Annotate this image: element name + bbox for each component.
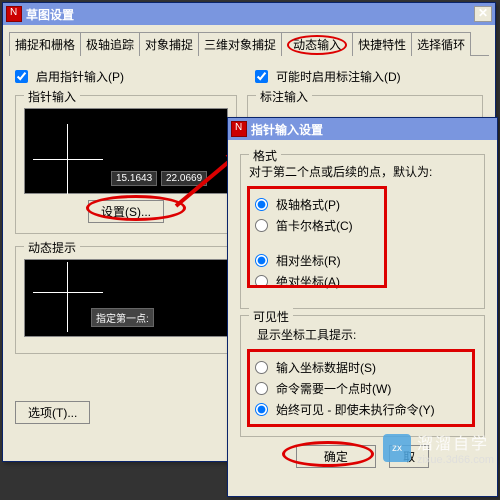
options-button[interactable]: 选项(T)... — [15, 401, 90, 424]
ok-button[interactable]: 确定 — [296, 445, 376, 468]
radio-vis-always[interactable]: 始终可见 - 即使未执行命令(Y) — [255, 401, 470, 418]
app-icon — [6, 6, 22, 22]
prompt-readout: 指定第一点: — [91, 308, 154, 327]
tab-snap-grid[interactable]: 捕捉和栅格 — [9, 32, 81, 56]
watermark-brand: 溜溜自学 — [417, 436, 489, 453]
radio-absolute[interactable]: 绝对坐标(A) — [255, 273, 470, 290]
tabstrip: 捕捉和栅格 极轴追踪 对象捕捉 三维对象捕捉 动态输入 快捷特性 选择循环 — [9, 31, 489, 56]
dialog-title: 草图设置 — [26, 6, 474, 23]
titlebar-2: 指针输入设置 — [228, 118, 497, 140]
tab-dynamic-input[interactable]: 动态输入 — [281, 32, 353, 56]
format-group: 格式 对于第二个点或后续的点，默认为: 极轴格式(P) 笛卡尔格式(C) 相对坐… — [240, 154, 485, 309]
dialog2-pane: 格式 对于第二个点或后续的点，默认为: 极轴格式(P) 笛卡尔格式(C) 相对坐… — [228, 140, 497, 476]
enable-dim-input[interactable] — [255, 70, 268, 83]
pointer-input-group: 指针输入 15.1643 22.0669 设置(S)... — [15, 95, 237, 234]
tab-3d-object-snap[interactable]: 三维对象捕捉 — [198, 32, 282, 56]
radio-vis-coord[interactable]: 输入坐标数据时(S) — [255, 359, 470, 376]
coord-readout-x: 15.1643 — [111, 171, 157, 186]
dialog2-title: 指针输入设置 — [251, 121, 494, 138]
format-legend: 格式 — [249, 147, 281, 164]
watermark-url: zixue.3d66.com — [417, 454, 494, 466]
pointer-input-legend: 指针输入 — [24, 88, 80, 105]
visibility-group: 可见性 显示坐标工具提示: 输入坐标数据时(S) 命令需要一个点时(W) 始终可… — [240, 315, 485, 437]
dynamic-prompt-group: 动态提示 指定第一点: — [15, 246, 237, 354]
tab-selection-cycling[interactable]: 选择循环 — [411, 32, 471, 56]
pointer-preview: 15.1643 22.0669 — [24, 108, 228, 194]
enable-dim-input-checkbox[interactable]: 可能时启用标注输入(D) — [255, 68, 401, 85]
enable-pointer-input[interactable] — [15, 70, 28, 83]
titlebar: 草图设置 ✕ — [3, 3, 495, 25]
enable-pointer-input-label: 启用指针输入(P) — [36, 68, 124, 85]
visibility-desc: 显示坐标工具提示: — [257, 326, 476, 343]
radio-relative[interactable]: 相对坐标(R) — [255, 252, 470, 269]
tab-quick-properties[interactable]: 快捷特性 — [352, 32, 412, 56]
enable-pointer-input-checkbox[interactable]: 启用指针输入(P) — [15, 68, 235, 85]
tab-object-snap[interactable]: 对象捕捉 — [139, 32, 199, 56]
close-icon[interactable]: ✕ — [474, 6, 492, 22]
visibility-legend: 可见性 — [249, 308, 293, 325]
watermark: zx 溜溜自学 zixue.3d66.com — [383, 430, 494, 466]
app-icon-2 — [231, 121, 247, 137]
pointer-settings-button[interactable]: 设置(S)... — [88, 200, 164, 223]
tab-polar-tracking[interactable]: 极轴追踪 — [80, 32, 140, 56]
dim-input-legend: 标注输入 — [256, 88, 312, 105]
dynamic-prompt-legend: 动态提示 — [24, 239, 80, 256]
dynamic-prompt-preview: 指定第一点: — [24, 259, 228, 337]
format-desc: 对于第二个点或后续的点，默认为: — [249, 163, 476, 180]
coord-readout-y: 22.0669 — [161, 171, 207, 186]
radio-vis-cmd[interactable]: 命令需要一个点时(W) — [255, 380, 470, 397]
enable-dim-input-label: 可能时启用标注输入(D) — [276, 68, 401, 85]
watermark-logo-icon: zx — [383, 434, 411, 462]
radio-cartesian[interactable]: 笛卡尔格式(C) — [255, 217, 470, 234]
radio-polar[interactable]: 极轴格式(P) — [255, 196, 470, 213]
